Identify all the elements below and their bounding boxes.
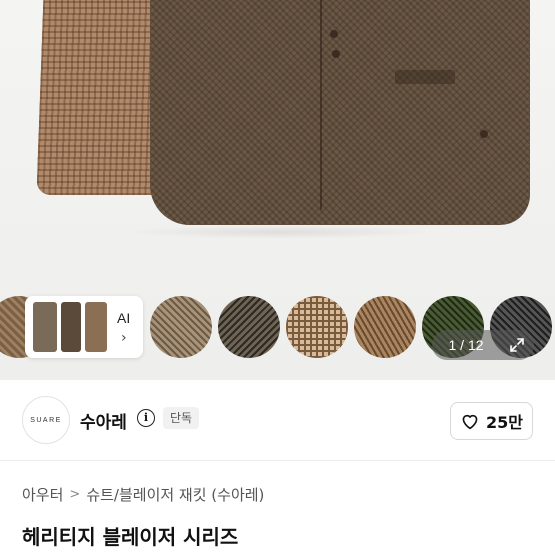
shop-row: SUARE 수아레 i 단독 25만 (0, 380, 555, 460)
like-count: 25만 (486, 413, 523, 432)
shop-logo-text: SUARE (30, 416, 62, 424)
thumbnail-swatch[interactable] (218, 296, 280, 358)
product-title: 헤리티지 블레이저 시리즈 (22, 525, 239, 549)
thumbnail-jacket-mini (33, 302, 57, 352)
expand-icon (510, 338, 524, 352)
like-button[interactable]: 25만 (450, 402, 533, 440)
ai-label: AI (117, 310, 131, 326)
shop-name[interactable]: 수아레 (80, 408, 127, 433)
thumbnail-jacket-mini (85, 302, 107, 352)
product-image[interactable]: AI › 1 / 12 (0, 0, 555, 380)
thumbnail-swatch[interactable] (354, 296, 416, 358)
shop-logo[interactable]: SUARE (22, 396, 70, 444)
ai-recommend-card[interactable]: AI › (25, 296, 143, 358)
brown-tweed-jacket-image (150, 0, 530, 225)
image-counter: 1 / 12 (432, 330, 500, 360)
expand-button[interactable] (500, 330, 534, 360)
thumbnail-swatch[interactable] (150, 296, 212, 358)
chevron-right-icon: > (69, 487, 81, 502)
info-icon[interactable]: i (137, 409, 155, 427)
breadcrumb: 아우터 > 슈트/블레이저 재킷 (수아레) (22, 484, 264, 505)
divider (0, 460, 555, 461)
heart-icon (462, 414, 478, 430)
exclusive-badge: 단독 (163, 407, 200, 429)
breadcrumb-item-outer[interactable]: 아우터 (22, 484, 63, 505)
thumbnail-swatch[interactable] (286, 296, 348, 358)
chevron-right-icon: › (121, 330, 127, 346)
breadcrumb-item-category[interactable]: 슈트/블레이저 재킷 (수아레) (86, 484, 264, 505)
thumbnail-jacket-mini (61, 302, 81, 352)
